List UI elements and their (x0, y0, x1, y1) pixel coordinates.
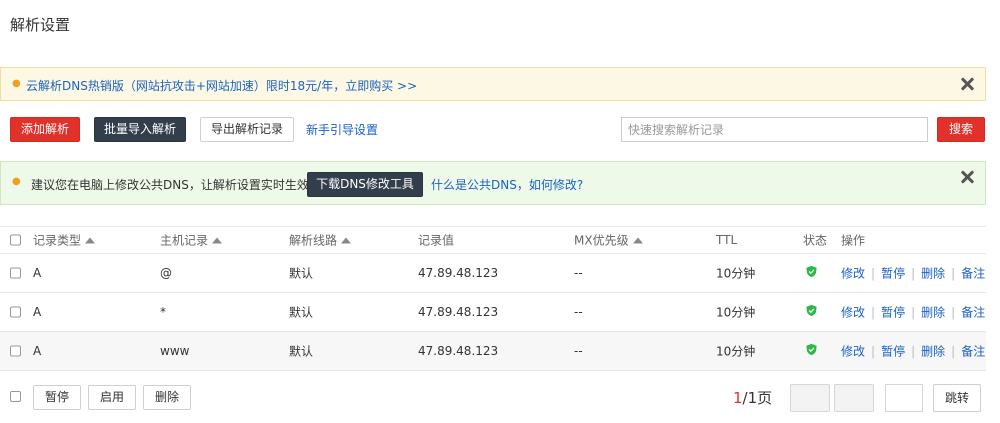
current-page: 1 (733, 389, 743, 407)
ops-separator: | (871, 266, 876, 281)
pause-link[interactable]: 暂停 (881, 306, 905, 320)
host-record: @ (160, 266, 172, 280)
resolve-line: 默认 (289, 266, 314, 281)
batch-enable-button[interactable]: 启用 (88, 385, 136, 410)
record-type: A (33, 305, 42, 319)
add-record-button[interactable]: 添加解析 (10, 117, 80, 142)
close-icon[interactable] (960, 170, 974, 184)
search-button[interactable]: 搜索 (937, 117, 985, 142)
page-number-input[interactable] (885, 384, 923, 412)
ops-separator: | (951, 266, 956, 281)
table-row: A * 默认 47.89.48.123 -- 10分钟 修改 | 暂停 | 删除 | 备注 (0, 293, 986, 332)
header-ops: 操作 (841, 233, 866, 248)
status-shield-icon (805, 265, 818, 281)
ops-separator: | (951, 344, 956, 359)
tip-bullet: ● (12, 176, 21, 187)
ops-separator: | (871, 344, 876, 359)
edit-link[interactable]: 修改 (841, 306, 865, 320)
ttl-value: 10分钟 (716, 266, 756, 281)
header-type[interactable]: 记录类型 (33, 232, 96, 249)
pause-link[interactable]: 暂停 (881, 345, 905, 359)
header-ttl: TTL (716, 233, 738, 247)
header-status: 状态 (803, 233, 828, 248)
ops-separator: | (871, 305, 876, 320)
host-record: * (160, 305, 166, 319)
select-all-checkbox[interactable] (10, 234, 21, 246)
record-value: 47.89.48.123 (418, 305, 499, 319)
header-host[interactable]: 主机记录 (160, 232, 223, 249)
pause-link[interactable]: 暂停 (881, 267, 905, 281)
download-dns-tool-button[interactable]: 下载DNS修改工具 (307, 172, 423, 197)
header-line[interactable]: 解析线路 (289, 232, 352, 249)
host-record: www (160, 344, 190, 358)
batch-import-button[interactable]: 批量导入解析 (94, 117, 186, 142)
table-row: A @ 默认 47.89.48.123 -- 10分钟 修改 | 暂停 | 删除 | 备注 (0, 254, 986, 293)
ttl-value: 10分钟 (716, 305, 756, 320)
ops-separator: | (951, 305, 956, 320)
page-title: 解析设置 (10, 16, 71, 34)
note-link[interactable]: 备注 (961, 306, 985, 320)
page-indicator: 1/1页 (733, 387, 772, 408)
record-type: A (33, 344, 42, 358)
row-checkbox[interactable] (10, 267, 21, 279)
prev-page-button[interactable] (790, 384, 830, 412)
mx-priority: -- (574, 305, 583, 319)
delete-link[interactable]: 删除 (921, 267, 945, 281)
ttl-value: 10分钟 (716, 344, 756, 359)
records-table: 记录类型 主机记录 解析线路 记录值 MX优先级 TTL 状态 操作 A @ 默… (0, 226, 986, 371)
dns-tip: ● 建议您在电脑上修改公共DNS，让解析设置实时生效。 下载DNS修改工具 什么… (0, 161, 986, 205)
table-header: 记录类型 主机记录 解析线路 记录值 MX优先级 TTL 状态 操作 (0, 226, 986, 254)
row-checkbox[interactable] (10, 306, 21, 318)
note-link[interactable]: 备注 (961, 267, 985, 281)
jump-button[interactable]: 跳转 (933, 384, 981, 412)
guide-settings-link[interactable]: 新手引导设置 (306, 121, 378, 138)
ops-separator: | (911, 266, 916, 281)
note-link[interactable]: 备注 (961, 345, 985, 359)
ops-separator: | (911, 344, 916, 359)
search-input[interactable] (621, 117, 928, 142)
sort-up-icon[interactable] (341, 237, 352, 244)
resolve-line: 默认 (289, 344, 314, 359)
record-value: 47.89.48.123 (418, 344, 499, 358)
table-row: A www 默认 47.89.48.123 -- 10分钟 修改 | 暂停 | 删除 | 备… (0, 332, 986, 371)
close-icon[interactable] (960, 77, 974, 91)
row-operations: 修改 | 暂停 | 删除 | 备注 (841, 343, 985, 360)
mx-priority: -- (574, 344, 583, 358)
row-checkbox[interactable] (10, 345, 21, 357)
sort-up-icon[interactable] (632, 237, 643, 244)
ops-separator: | (911, 305, 916, 320)
header-value: 记录值 (418, 233, 455, 248)
public-dns-help-link[interactable]: 什么是公共DNS，如何修改? (431, 176, 583, 193)
status-shield-icon (805, 343, 818, 359)
table-footer: 暂停 启用 删除 1/1页 跳转 (0, 373, 986, 423)
batch-delete-button[interactable]: 删除 (143, 385, 191, 410)
row-operations: 修改 | 暂停 | 删除 | 备注 (841, 265, 985, 282)
notice-bullet: ● (12, 78, 21, 89)
next-page-button[interactable] (834, 384, 874, 412)
record-value: 47.89.48.123 (418, 266, 499, 280)
batch-pause-button[interactable]: 暂停 (33, 385, 81, 410)
edit-link[interactable]: 修改 (841, 345, 865, 359)
promo-link[interactable]: 云解析DNS热销版（网站抗攻击+网站加速）限时18元/年，立即购买 >> (26, 77, 417, 94)
row-operations: 修改 | 暂停 | 删除 | 备注 (841, 304, 985, 321)
sort-up-icon[interactable] (212, 237, 223, 244)
resolve-line: 默认 (289, 305, 314, 320)
delete-link[interactable]: 删除 (921, 306, 945, 320)
record-type: A (33, 266, 42, 280)
footer-select-all-checkbox[interactable] (10, 391, 21, 402)
edit-link[interactable]: 修改 (841, 267, 865, 281)
export-records-button[interactable]: 导出解析记录 (200, 117, 294, 142)
header-mx[interactable]: MX优先级 (574, 232, 643, 249)
sort-up-icon[interactable] (85, 237, 96, 244)
tip-text: 建议您在电脑上修改公共DNS，让解析设置实时生效。 (31, 178, 321, 192)
mx-priority: -- (574, 266, 583, 280)
promo-notice: ● 云解析DNS热销版（网站抗攻击+网站加速）限时18元/年，立即购买 >> (0, 67, 986, 101)
status-shield-icon (805, 304, 818, 320)
total-pages: /1页 (742, 389, 773, 407)
delete-link[interactable]: 删除 (921, 345, 945, 359)
